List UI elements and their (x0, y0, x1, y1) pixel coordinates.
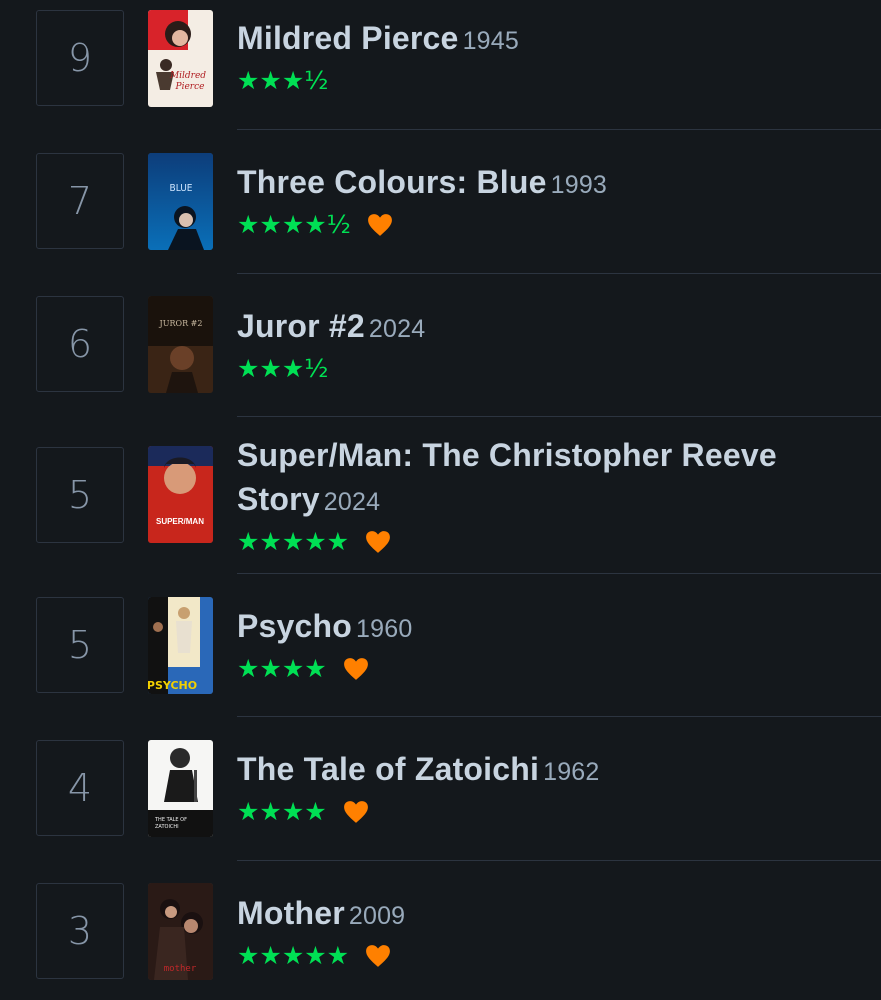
heart-icon (366, 531, 390, 553)
svg-text:Mildred: Mildred (169, 71, 206, 81)
diary-entry: 4 THE TALE OF ZATOICHI The Tale of Zatoi… (0, 717, 881, 861)
diary-entry: 7 BLUE Three Colours: Blue 1993 ★★★★½ (0, 130, 881, 274)
poster-super-man[interactable]: SUPER/MAN (148, 446, 213, 543)
film-year[interactable]: 2024 (324, 488, 380, 516)
day-box[interactable]: 7 (36, 153, 124, 249)
day-box[interactable]: 3 (36, 883, 124, 979)
diary-entry: 5 SUPER/MAN Super/Man: The Christopher R… (0, 417, 881, 574)
poster-three-colours-blue[interactable]: BLUE (148, 153, 213, 250)
poster-image: SUPER/MAN (148, 446, 213, 543)
film-title[interactable]: Mother (237, 895, 345, 931)
day-box[interactable]: 5 (36, 597, 124, 693)
svg-text:BLUE: BLUE (170, 183, 193, 194)
film-title[interactable]: The Tale of Zatoichi (237, 751, 539, 787)
poster-image: mother (148, 883, 213, 980)
poster-tale-of-zatoichi[interactable]: THE TALE OF ZATOICHI (148, 740, 213, 837)
film-title[interactable]: Three Colours: Blue (237, 164, 547, 200)
poster-image: BLUE (148, 153, 213, 250)
svg-text:PSYCHO: PSYCHO (148, 679, 197, 692)
heart-icon (343, 801, 368, 823)
film-year[interactable]: 2024 (369, 315, 425, 343)
svg-text:Pierce: Pierce (175, 82, 205, 92)
poster-psycho[interactable]: PSYCHO (148, 597, 213, 694)
film-title-line: Three Colours: Blue 1993 (237, 160, 867, 207)
rating-row: ★★★★ (237, 794, 867, 830)
film-title[interactable]: Juror #2 (237, 308, 365, 344)
star-rating: ★★★★★ (237, 941, 350, 970)
heart-icon (367, 214, 392, 236)
diary-entry: 3 mother Mother 2009 ★★★★★ (0, 861, 881, 1000)
film-year[interactable]: 2009 (349, 902, 405, 930)
poster-image: PSYCHO (148, 597, 213, 694)
star-rating: ★★★★ (237, 654, 327, 683)
film-year[interactable]: 1945 (463, 27, 519, 55)
svg-text:mother: mother (164, 964, 197, 974)
film-year[interactable]: 1960 (356, 615, 412, 643)
film-title-line: Psycho 1960 (237, 604, 867, 651)
rating-row: ★★★½ (237, 63, 867, 99)
poster-mother[interactable]: mother (148, 883, 213, 980)
poster-image: THE TALE OF ZATOICHI (148, 740, 213, 837)
day-box[interactable]: 9 (36, 10, 124, 106)
film-title-line: Super/Man: The Christopher Reeve Story 20… (237, 433, 867, 524)
svg-text:ZATOICHI: ZATOICHI (155, 824, 179, 830)
film-year[interactable]: 1962 (543, 758, 599, 786)
film-title-line: Mildred Pierce 1945 (237, 16, 867, 63)
film-year[interactable]: 1993 (551, 171, 607, 199)
svg-text:JUROR #2: JUROR #2 (159, 319, 203, 328)
diary-entry: 9 Mildred Pierce Mildred Pierce 1945 ★★★½ (0, 0, 881, 130)
diary-entry: 5 PSYCHO Psycho 1960 ★★★★ (0, 574, 881, 717)
svg-text:SUPER/MAN: SUPER/MAN (156, 517, 204, 526)
diary-entry: 6 JUROR #2 Juror #2 2024 ★★★½ (0, 274, 881, 417)
heart-icon (343, 658, 368, 680)
day-box[interactable]: 6 (36, 296, 124, 392)
poster-image: Mildred Pierce (148, 10, 213, 107)
heart-icon (366, 945, 390, 967)
rating-row: ★★★★★ (237, 524, 867, 560)
film-title[interactable]: Mildred Pierce (237, 20, 459, 56)
film-title-line: The Tale of Zatoichi 1962 (237, 747, 867, 794)
poster-mildred-pierce[interactable]: Mildred Pierce (148, 10, 213, 107)
rating-row: ★★★★ (237, 651, 867, 687)
poster-juror-2[interactable]: JUROR #2 (148, 296, 213, 393)
rating-row: ★★★★★ (237, 938, 867, 974)
svg-text:THE TALE OF: THE TALE OF (154, 817, 187, 823)
rating-row: ★★★½ (237, 351, 867, 387)
diary-list: 9 Mildred Pierce Mildred Pierce 1945 ★★★½… (0, 0, 881, 1000)
film-title-line: Juror #2 2024 (237, 304, 867, 351)
poster-image: JUROR #2 (148, 296, 213, 393)
star-rating: ★★★½ (237, 354, 329, 383)
rating-row: ★★★★½ (237, 207, 867, 243)
star-rating: ★★★★★ (237, 527, 350, 556)
film-title-line: Mother 2009 (237, 891, 867, 938)
day-box[interactable]: 5 (36, 447, 124, 543)
star-rating: ★★★½ (237, 66, 329, 95)
day-box[interactable]: 4 (36, 740, 124, 836)
film-title[interactable]: Psycho (237, 608, 352, 644)
star-rating: ★★★★ (237, 797, 327, 826)
star-rating: ★★★★½ (237, 210, 351, 239)
film-title[interactable]: Super/Man: The Christopher Reeve Story (237, 437, 777, 517)
